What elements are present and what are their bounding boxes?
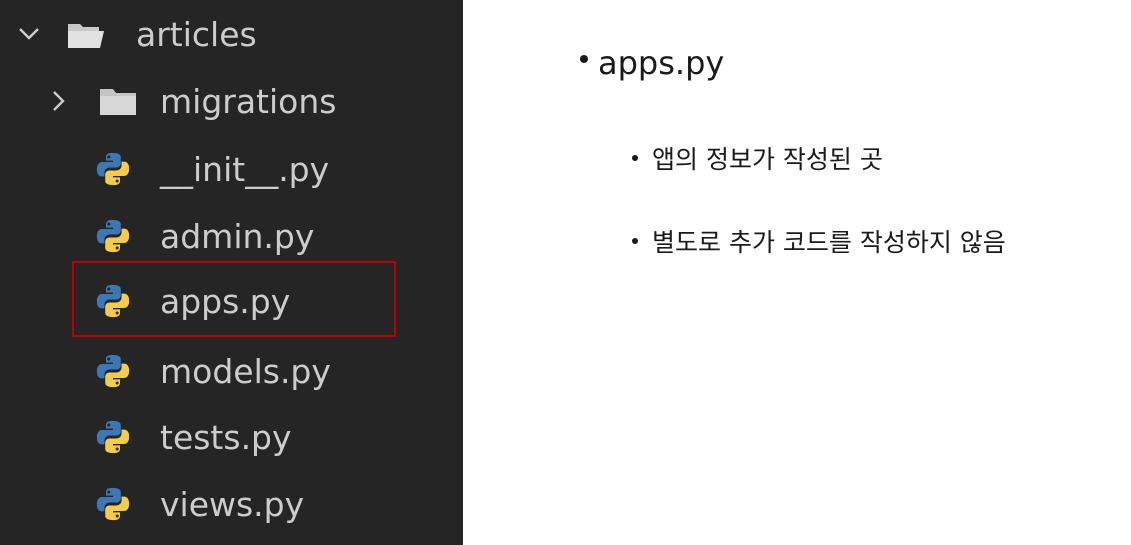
subfolder-label: migrations [160,81,337,121]
notes-title: apps.py [580,44,724,82]
chevron-down-icon[interactable] [16,21,42,47]
note-item: 앱의 정보가 작성된 곳 [632,140,883,176]
python-icon [94,418,132,456]
file-models[interactable]: models.py [0,341,463,401]
bullet-dot [632,155,638,161]
python-icon [94,352,132,390]
notes-title-text: apps.py [598,44,725,82]
file-tests[interactable]: tests.py [0,407,463,467]
note-item-text: 앱의 정보가 작성된 곳 [652,145,883,174]
note-item-text: 별도로 추가 코드를 작성하지 않음 [652,228,1006,257]
file-admin[interactable]: admin.py [0,206,463,266]
file-label: tests.py [160,417,292,457]
folder-label: articles [136,14,257,54]
chevron-right-icon[interactable] [46,88,72,114]
folder-migrations[interactable]: migrations [0,71,463,131]
folder-open-icon [68,24,104,48]
file-label: __init__.py [160,149,330,189]
notes-panel: apps.py 앱의 정보가 작성된 곳 별도로 추가 코드를 작성하지 않음 [560,0,1131,545]
file-init[interactable]: __init__.py [0,139,463,199]
python-icon [94,485,132,523]
file-label: models.py [160,351,331,391]
bullet-dot [580,55,588,63]
folder-closed-icon [100,89,136,115]
folder-articles[interactable]: articles [0,4,463,64]
file-views[interactable]: views.py [0,474,463,534]
file-label: views.py [160,484,305,524]
file-label: admin.py [160,216,315,256]
file-explorer: articles migrations __init__.py admin.py… [0,0,463,545]
note-item: 별도로 추가 코드를 작성하지 않음 [632,223,1006,259]
bullet-dot [632,238,638,244]
python-icon [94,150,132,188]
highlight-box [72,261,396,337]
python-icon [94,217,132,255]
